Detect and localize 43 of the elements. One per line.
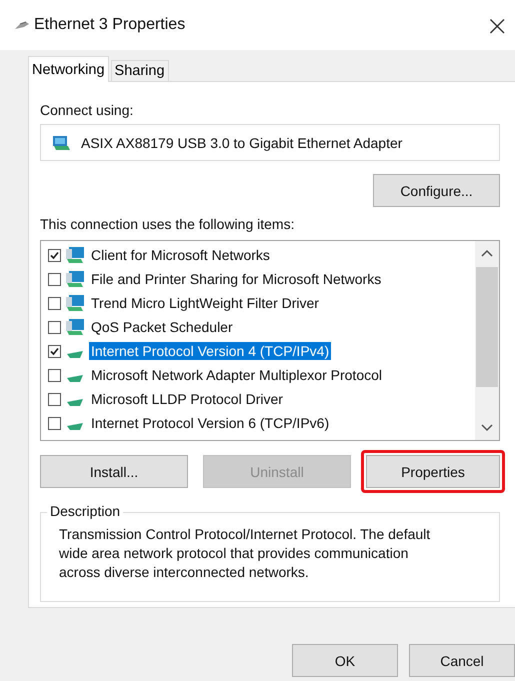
protocol-icon bbox=[66, 423, 84, 430]
network-adapter-icon bbox=[51, 134, 71, 152]
scrollbar[interactable] bbox=[475, 241, 499, 440]
configure-button[interactable]: Configure... bbox=[373, 174, 500, 207]
list-item[interactable]: Internet Protocol Version 6 (TCP/IPv6) bbox=[89, 414, 332, 432]
checkbox[interactable] bbox=[48, 272, 61, 286]
action-button[interactable]: Install... bbox=[40, 455, 188, 488]
monitor-icon bbox=[65, 270, 85, 288]
connect-using-label: Connect using: bbox=[40, 102, 134, 118]
list-item[interactable]: Microsoft LLDP Protocol Driver bbox=[89, 390, 285, 408]
checkbox[interactable] bbox=[48, 368, 61, 382]
checkbox[interactable] bbox=[48, 320, 61, 334]
scroll-up-icon[interactable] bbox=[481, 249, 493, 257]
dialog-button[interactable]: Cancel bbox=[409, 644, 515, 677]
tab[interactable]: Networking bbox=[28, 56, 109, 82]
checkbox[interactable] bbox=[48, 416, 61, 430]
action-button[interactable]: Properties bbox=[366, 455, 500, 488]
checkbox[interactable] bbox=[48, 344, 61, 358]
description-text: Transmission Control Protocol/Internet Protocol. The default wide area network protocol that provides communication across diverse interconnected networks. bbox=[59, 525, 432, 582]
monitor-icon bbox=[65, 294, 85, 312]
tab[interactable]: Sharing bbox=[110, 60, 169, 81]
list-item[interactable]: QoS Packet Scheduler bbox=[89, 318, 235, 336]
list-item[interactable]: Client for Microsoft Networks bbox=[89, 246, 272, 264]
monitor-icon bbox=[65, 246, 85, 264]
protocol-icon bbox=[66, 351, 84, 358]
monitor-icon bbox=[65, 318, 85, 336]
window-title: Ethernet 3 Properties bbox=[34, 16, 186, 34]
checkbox[interactable] bbox=[48, 248, 61, 262]
description-title: Description bbox=[47, 503, 124, 519]
items-label: This connection uses the following items: bbox=[40, 216, 296, 232]
list-item[interactable]: Microsoft Network Adapter Multiplexor Protocol bbox=[89, 366, 384, 384]
checkbox[interactable] bbox=[48, 296, 61, 310]
protocol-icon bbox=[66, 375, 84, 382]
list-item[interactable]: Trend Micro LightWeight Filter Driver bbox=[89, 294, 321, 312]
list-item[interactable]: File and Printer Sharing for Microsoft Networks bbox=[89, 270, 384, 288]
checkbox[interactable] bbox=[48, 392, 61, 406]
close-button[interactable]: × bbox=[480, 8, 515, 42]
dialog-button[interactable]: OK bbox=[292, 644, 398, 677]
network-cable-icon bbox=[14, 20, 30, 30]
adapter-name: ASIX AX88179 USB 3.0 to Gigabit Ethernet Adapter bbox=[81, 134, 402, 150]
protocol-icon bbox=[66, 399, 84, 406]
list-item[interactable]: Internet Protocol Version 4 (TCP/IPv4) bbox=[89, 342, 332, 360]
scroll-down-icon[interactable] bbox=[481, 424, 493, 432]
